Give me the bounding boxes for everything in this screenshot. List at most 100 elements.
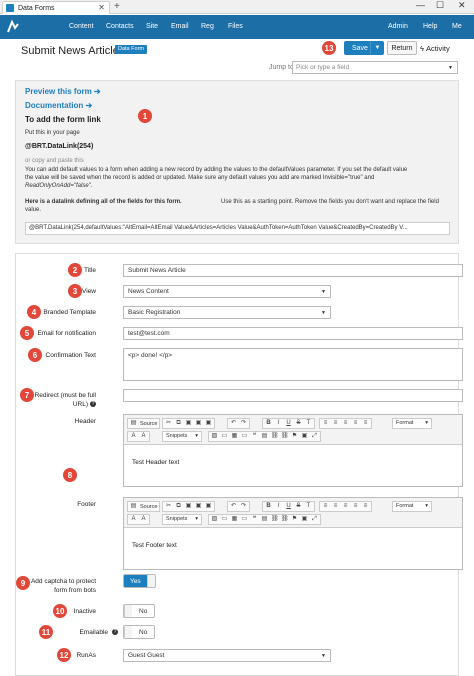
form-info-panel: Preview this form ➔ Documentation ➔ 1 To… <box>15 80 459 244</box>
app-logo-icon[interactable] <box>5 19 21 35</box>
new-tab-icon[interactable]: + <box>114 1 120 12</box>
data-form-badge: Data Form <box>115 45 147 54</box>
list-align-group[interactable]: ≡ ≡ ≡ ≡ ≡ <box>319 501 372 512</box>
inactive-toggle[interactable]: No <box>123 604 156 618</box>
minimize-icon[interactable]: — <box>416 0 425 10</box>
window-titlebar: Data Forms ✕ + — ☐ ✕ <box>0 0 474 14</box>
nav-files[interactable]: Files <box>228 23 243 30</box>
jump-to-select[interactable]: Pick or type a field ▼ <box>292 61 458 74</box>
datalink-code-field[interactable]: @BRT.DataLink(254,defaultValues:"AltEmai… <box>25 222 450 235</box>
confirmation-text-label: Confirmation Text <box>45 352 96 359</box>
inactive-toggle-value: No <box>139 607 148 615</box>
toggle-knob <box>124 626 132 638</box>
email-notification-input[interactable]: test@test.com <box>123 327 463 340</box>
browser-tab[interactable]: Data Forms ✕ <box>2 1 110 14</box>
branded-template-select[interactable]: Basic Registration ▼ <box>123 306 331 319</box>
clipboard-group[interactable]: ✂ ⧉ ▣ ▣ ▣ <box>162 418 215 429</box>
header-editor[interactable]: ▤ Source ✂ ⧉ ▣ ▣ ▣ ↶ ↷ BIUST ≡ ≡ ≡ ≡ ≡ Format ▾ AA … <box>123 414 463 487</box>
jump-to-label: Jump to <box>269 64 294 71</box>
redirect-input[interactable] <box>123 389 463 402</box>
nav-help[interactable]: Help <box>423 23 437 30</box>
quote-icon: ❝ <box>252 433 257 439</box>
footer-editor-toolbar: ▤ Source ✂ ⧉ ▣ ▣ ▣ ↶ ↷ BIUST ≡ ≡ ≡ ≡ ≡ Format ▾ AA … <box>124 498 462 528</box>
callout-8: 8 <box>63 468 77 482</box>
color-group[interactable]: AA <box>127 431 150 442</box>
nav-contacts[interactable]: Contacts <box>106 23 134 30</box>
snippets-select[interactable]: Snippets ▾ <box>162 514 202 525</box>
tab-close-icon[interactable]: ✕ <box>98 3 105 12</box>
template-icon: ▣ <box>301 433 308 439</box>
preview-form-link[interactable]: Preview this form ➔ <box>25 87 101 96</box>
nav-reg[interactable]: Reg <box>201 23 214 30</box>
undo-redo-group[interactable]: ↶ ↷ <box>227 501 250 512</box>
format-select[interactable]: Format ▾ <box>392 501 432 512</box>
nav-content[interactable]: Content <box>69 23 94 30</box>
return-button[interactable]: Return <box>387 41 417 55</box>
cut-icon: ✂ <box>165 503 172 509</box>
bg-color-icon: A <box>141 433 146 439</box>
snippets-select[interactable]: Snippets ▾ <box>162 431 202 442</box>
toggle-knob <box>124 605 132 617</box>
confirmation-textarea[interactable]: <p> done! </p> <box>123 348 463 381</box>
view-select[interactable]: News Content ▼ <box>123 285 331 298</box>
underline-icon: U <box>286 503 291 509</box>
nav-admin[interactable]: Admin <box>388 23 408 30</box>
title-input[interactable]: Submit News Article <box>123 264 463 277</box>
header-editor-body[interactable]: Test Header text <box>124 445 462 480</box>
folder-icon: ▭ <box>221 516 228 522</box>
captcha-toggle[interactable]: Yes <box>123 574 156 588</box>
callout-1: 1 <box>138 109 152 123</box>
help-icon[interactable]: ? <box>90 401 96 408</box>
source-button[interactable]: ▤ Source <box>127 418 161 429</box>
list-align-group[interactable]: ≡ ≡ ≡ ≡ ≡ <box>319 418 372 429</box>
datalink-desc-2: value. <box>25 207 42 213</box>
nav-me[interactable]: Me <box>452 23 462 30</box>
callout-13: 13 <box>322 41 336 55</box>
clear-format-icon: T <box>306 503 311 509</box>
redo-icon: ↷ <box>240 503 247 509</box>
emailable-toggle[interactable]: No <box>123 625 156 639</box>
text-style-group[interactable]: BIUST <box>262 418 315 429</box>
image-icon: ▨ <box>211 516 218 522</box>
captcha-label-2: form from bots <box>54 587 96 594</box>
documentation-link[interactable]: Documentation ➔ <box>25 101 92 110</box>
form-fields-panel: 2 Title Submit News Article 3 View News … <box>15 253 463 676</box>
blocks-icon: ▤ <box>261 433 268 439</box>
maximize-icon[interactable]: ☐ <box>436 0 444 11</box>
runas-select[interactable]: Guest Guest ▼ <box>123 649 331 662</box>
anchor-icon: ⚑ <box>291 516 298 522</box>
save-options-chevron-icon[interactable]: ▼ <box>370 41 384 55</box>
chevron-down-icon: ▼ <box>448 64 453 71</box>
strike-icon: S <box>296 503 301 509</box>
align-center-icon: ≡ <box>353 420 358 426</box>
default-values-text-3: ReadOnlyOnAdd="false". <box>25 183 93 189</box>
table-icon: ▦ <box>231 516 238 522</box>
cut-icon: ✂ <box>165 420 172 426</box>
activity-button[interactable]: ϟ Activity <box>420 41 460 55</box>
nav-email[interactable]: Email <box>171 23 189 30</box>
help-icon[interactable]: ? <box>112 629 118 635</box>
insert-group[interactable]: ▨ ▭ ▦ ▭ ❝ ▤ ⛓ ⛓ ⚑ ▣ ⤢ <box>208 514 321 525</box>
table-icon: ▦ <box>231 433 238 439</box>
insert-group[interactable]: ▨ ▭ ▦ ▭ ❝ ▤ ⛓ ⛓ ⚑ ▣ ⤢ <box>208 431 321 442</box>
callout-3: 3 <box>68 284 82 298</box>
footer-editor-body[interactable]: Test Footer text <box>124 528 462 563</box>
format-select[interactable]: Format ▾ <box>392 418 432 429</box>
close-window-icon[interactable]: ✕ <box>458 0 466 11</box>
nav-site[interactable]: Site <box>146 23 158 30</box>
clipboard-group[interactable]: ✂ ⧉ ▣ ▣ ▣ <box>162 501 215 512</box>
emailable-toggle-value: No <box>139 628 148 636</box>
captcha-toggle-value: Yes <box>124 575 147 587</box>
undo-redo-group[interactable]: ↶ ↷ <box>227 418 250 429</box>
source-button[interactable]: ▤ Source <box>127 501 161 512</box>
format-label: Format <box>396 420 414 426</box>
color-group[interactable]: AA <box>127 514 150 525</box>
footer-editor[interactable]: ▤ Source ✂ ⧉ ▣ ▣ ▣ ↶ ↷ BIUST ≡ ≡ ≡ ≡ ≡ Format ▾ AA … <box>123 497 463 570</box>
put-this-text: Put this in your page <box>25 130 80 136</box>
paste-text-icon: ▣ <box>195 503 202 509</box>
runas-value: Guest Guest <box>128 652 165 659</box>
maximize-icon: ⤢ <box>312 516 317 522</box>
email-notification-label: Email for notification <box>37 330 96 337</box>
text-style-group[interactable]: BIUST <box>262 501 315 512</box>
unlink-icon: ⛓ <box>281 433 289 439</box>
